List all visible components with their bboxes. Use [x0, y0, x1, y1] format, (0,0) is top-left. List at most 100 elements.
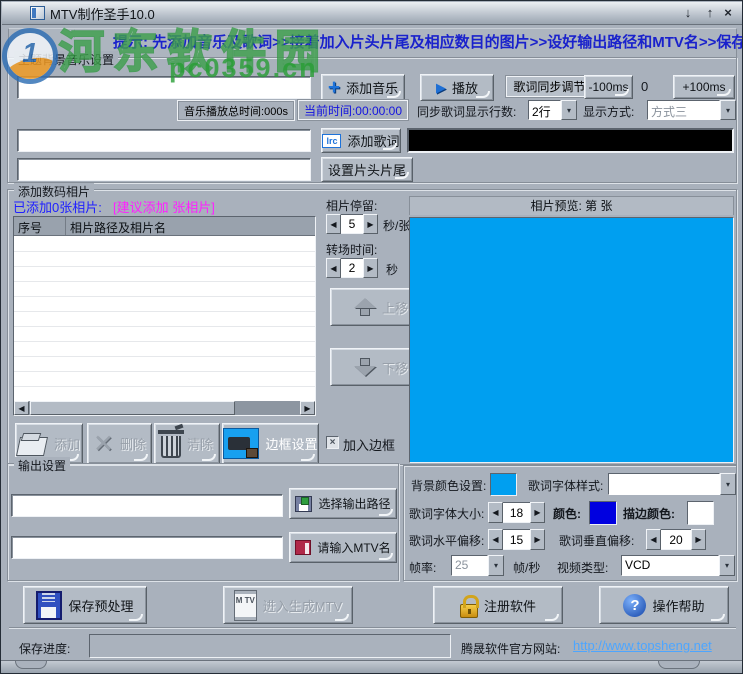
- lock-icon: [459, 594, 479, 618]
- film-reel-icon: M TV: [233, 589, 257, 621]
- horizontal-scrollbar[interactable]: ◀ ▶: [14, 401, 315, 415]
- operation-help-label: 操作帮助: [652, 598, 705, 614]
- decrement-icon[interactable]: ◀: [646, 529, 661, 550]
- decrement-icon[interactable]: ◀: [488, 529, 503, 550]
- trash-icon: [157, 429, 184, 458]
- lyric-path-input[interactable]: [17, 129, 311, 152]
- decrement-icon[interactable]: ◀: [326, 214, 341, 234]
- lyric-lines-select[interactable]: 2行 ▾: [528, 100, 577, 120]
- decrement-icon[interactable]: ◀: [326, 258, 341, 278]
- app-icon: [30, 6, 45, 20]
- register-software-label: 注册软件: [483, 598, 536, 614]
- video-type-select[interactable]: VCD ▾: [621, 555, 735, 576]
- register-software-button[interactable]: 注册软件: [433, 586, 563, 624]
- border-settings-button[interactable]: 边框设置: [222, 423, 319, 464]
- display-mode-select[interactable]: 方式三 ▾: [647, 100, 736, 120]
- v-offset-stepper[interactable]: ◀ 20 ▶: [646, 529, 706, 550]
- generate-mtv-button[interactable]: M TV 进入生成MTV: [223, 586, 353, 624]
- official-site-link[interactable]: http://www.topsheng.net: [573, 638, 712, 653]
- increment-icon[interactable]: ▶: [530, 529, 545, 550]
- framerate-label: 帧率:: [409, 561, 437, 575]
- photo-table[interactable]: 序号 相片路径及相片名 ◀ ▶: [13, 216, 316, 416]
- save-progress-bar: [89, 634, 451, 658]
- framerate-select[interactable]: 25 ▾: [451, 555, 504, 576]
- column-index: 序号: [14, 217, 66, 235]
- photo-stay-unit: 秒/张: [383, 219, 411, 233]
- camera-icon: [223, 428, 260, 459]
- output-path-input[interactable]: [11, 494, 283, 517]
- book-icon: [295, 540, 312, 555]
- photo-suggestion-status: [建议添加 张相片]: [113, 200, 215, 215]
- chevron-down-icon[interactable]: ▾: [561, 100, 577, 120]
- scroll-right-icon[interactable]: ▶: [300, 401, 315, 415]
- move-up-label: 上移: [381, 300, 408, 316]
- choose-output-path-button[interactable]: 选择输出路径: [289, 488, 397, 519]
- chevron-down-icon[interactable]: ▾: [488, 555, 504, 576]
- lyric-preview-strip: [407, 128, 734, 153]
- app-window: MTV制作圣手10.0 ↓ ↑ × 提示: 先添加音乐及歌词>>接着加入片头片尾…: [0, 0, 743, 674]
- play-icon: ▶: [435, 79, 446, 95]
- delete-photo-button[interactable]: ✕ 删除: [87, 423, 152, 464]
- decrement-icon[interactable]: ◀: [488, 502, 503, 523]
- move-down-label: 下移: [381, 360, 408, 376]
- bg-color-swatch[interactable]: [490, 473, 517, 496]
- add-lyric-button[interactable]: lrc 添加歌词: [321, 128, 401, 153]
- save-preprocess-button[interactable]: 保存预处理: [23, 586, 147, 624]
- photo-table-body[interactable]: [14, 237, 315, 401]
- music-path-input[interactable]: [17, 76, 311, 99]
- total-time-label: 音乐播放总时间:000s: [177, 100, 295, 121]
- minimize-icon[interactable]: ↓: [679, 5, 697, 21]
- photo-stay-stepper[interactable]: ◀ 5 ▶: [326, 214, 378, 234]
- chevron-down-icon[interactable]: ▾: [719, 555, 735, 576]
- lyric-lines-label: 同步歌词显示行数:: [417, 105, 517, 119]
- save-preprocess-label: 保存预处理: [68, 598, 134, 614]
- font-size-stepper[interactable]: ◀ 18 ▶: [488, 502, 545, 523]
- clear-photos-button[interactable]: 清除: [154, 423, 220, 464]
- lyric-color-label: 颜色:: [553, 507, 581, 521]
- v-offset-label: 歌词垂直偏移:: [559, 534, 635, 548]
- close-icon[interactable]: ×: [719, 5, 737, 21]
- add-photo-label: 添加: [53, 437, 80, 452]
- add-border-checkbox[interactable]: ×: [326, 436, 339, 449]
- window-bottom-edge: [1, 660, 742, 673]
- arrow-up-icon: [353, 298, 376, 316]
- intro-path-input[interactable]: [17, 158, 311, 181]
- set-intro-outro-button[interactable]: 设置片头片尾: [321, 157, 413, 182]
- current-time-value: 当前时间:00:00:00: [297, 99, 409, 121]
- operation-help-button[interactable]: ? 操作帮助: [599, 586, 729, 624]
- title-bar: MTV制作圣手10.0: [2, 2, 742, 25]
- folder-icon: [18, 433, 48, 455]
- transition-stepper[interactable]: ◀ 2 ▶: [326, 258, 378, 278]
- font-style-label: 歌词字体样式:: [528, 479, 604, 493]
- chevron-down-icon[interactable]: ▾: [720, 100, 736, 120]
- photo-preview-area: [409, 217, 734, 463]
- increment-icon[interactable]: ▶: [530, 502, 545, 523]
- h-offset-stepper[interactable]: ◀ 15 ▶: [488, 529, 545, 550]
- hint-text: 提示: 先添加音乐及歌词>>接着加入片头片尾及相应数目的图片>>设好输出路径和M…: [113, 34, 742, 51]
- add-border-label: 加入边框: [343, 438, 396, 453]
- enter-mtv-name-button[interactable]: 请输入MTV名: [289, 532, 397, 563]
- transition-label: 转场时间:: [326, 243, 378, 257]
- lyric-color-swatch[interactable]: [589, 501, 617, 525]
- mtv-name-input[interactable]: [11, 536, 283, 559]
- transition-unit: 秒: [386, 263, 399, 277]
- scroll-left-icon[interactable]: ◀: [14, 401, 29, 415]
- font-style-select[interactable]: ▾: [608, 473, 736, 495]
- increment-icon[interactable]: ▶: [363, 214, 378, 234]
- outline-color-swatch[interactable]: [687, 501, 714, 525]
- plus-100ms-button[interactable]: +100ms: [673, 75, 735, 99]
- minus-100ms-button[interactable]: -100ms: [584, 75, 633, 99]
- chevron-down-icon[interactable]: ▾: [720, 473, 736, 495]
- play-button[interactable]: ▶ 播放: [420, 74, 494, 101]
- add-music-button[interactable]: + 添加音乐: [321, 74, 405, 101]
- add-music-label: 添加音乐: [346, 81, 399, 96]
- bg-color-label: 背景颜色设置:: [411, 479, 487, 493]
- scrollbar-thumb[interactable]: [30, 401, 235, 415]
- add-lyric-label: 添加歌词: [347, 134, 400, 149]
- increment-icon[interactable]: ▶: [691, 529, 706, 550]
- official-site-label: 腾晟软件官方网站:: [461, 642, 561, 656]
- increment-icon[interactable]: ▶: [363, 258, 378, 278]
- border-settings-label: 边框设置: [265, 437, 318, 452]
- maximize-icon[interactable]: ↑: [701, 5, 719, 21]
- music-group-title: 主题背景音乐设置: [14, 51, 119, 68]
